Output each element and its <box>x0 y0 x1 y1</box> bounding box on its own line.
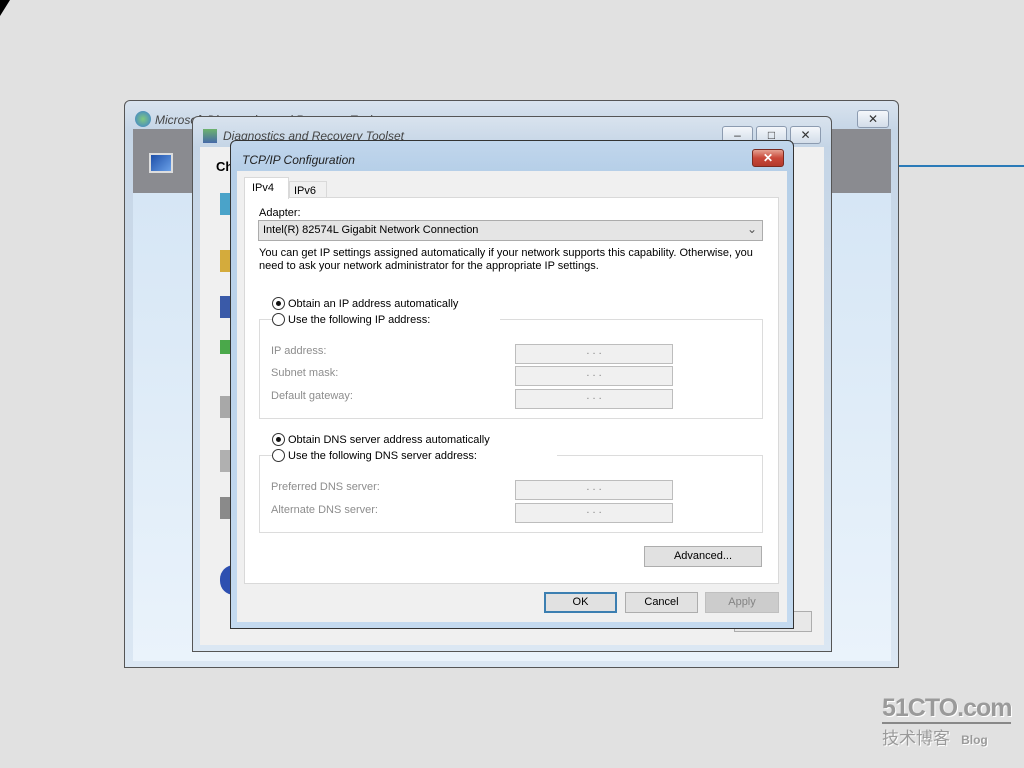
ip-manual-radio[interactable]: Use the following IP address: <box>272 313 501 326</box>
ip-address-label: IP address: <box>271 345 327 357</box>
app-icon <box>135 111 151 127</box>
dns-group <box>259 455 763 533</box>
apply-button[interactable]: Apply <box>705 592 779 613</box>
preferred-dns-field[interactable]: . . . <box>515 480 673 500</box>
dns-manual-radio[interactable]: Use the following DNS server address: <box>272 449 557 462</box>
close-button[interactable]: ✕ <box>857 110 889 128</box>
close-button[interactable]: ✕ <box>752 149 784 167</box>
chevron-down-icon: ⌄ <box>746 222 757 236</box>
radio-icon <box>272 297 285 310</box>
ip-auto-radio[interactable]: Obtain an IP address automatically <box>272 297 458 310</box>
dialog-title: TCP/IP Configuration <box>242 153 355 167</box>
adapter-label: Adapter: <box>259 207 301 219</box>
alternate-dns-field[interactable]: . . . <box>515 503 673 523</box>
default-gateway-field[interactable]: . . . <box>515 389 673 409</box>
ok-button[interactable]: OK <box>544 592 617 613</box>
radio-icon <box>272 449 285 462</box>
default-gateway-label: Default gateway: <box>271 390 353 402</box>
app-icon <box>203 129 217 143</box>
subnet-mask-field[interactable]: . . . <box>515 366 673 386</box>
adapter-value: Intel(R) 82574L Gigabit Network Connecti… <box>263 224 479 236</box>
alternate-dns-label: Alternate DNS server: <box>271 504 378 516</box>
preferred-dns-label: Preferred DNS server: <box>271 481 380 493</box>
radio-icon <box>272 313 285 326</box>
tab-ipv6[interactable]: IPv6 <box>289 181 327 198</box>
dns-auto-radio[interactable]: Obtain DNS server address automatically <box>272 433 490 446</box>
blue-line <box>899 165 1024 167</box>
computer-icon <box>149 153 173 173</box>
advanced-button[interactable]: Advanced... <box>644 546 762 567</box>
description: You can get IP settings assigned automat… <box>259 247 753 272</box>
mouse-cursor-icon <box>0 0 10 16</box>
tab-ipv4[interactable]: IPv4 <box>244 177 289 199</box>
watermark-logo: 51CTO.com 技术博客 Blog <box>882 694 1012 748</box>
adapter-select[interactable]: Intel(R) 82574L Gigabit Network Connecti… <box>258 220 763 241</box>
radio-icon <box>272 433 285 446</box>
watermark-logo-text: 51CTO.com <box>882 694 1012 724</box>
cancel-button[interactable]: Cancel <box>625 592 698 613</box>
close-button[interactable]: ✕ <box>790 126 821 144</box>
ip-address-field[interactable]: . . . <box>515 344 673 364</box>
subnet-mask-label: Subnet mask: <box>271 367 339 379</box>
